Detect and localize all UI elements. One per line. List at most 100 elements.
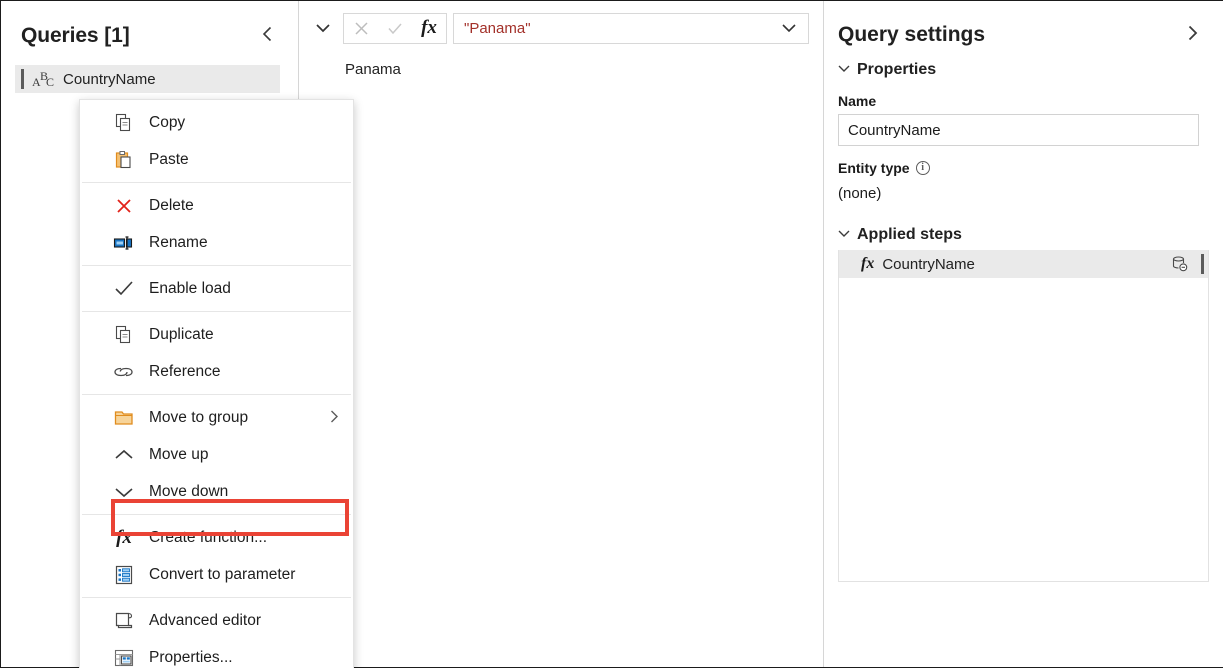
preview-pane: fx Panama bbox=[299, 1, 823, 667]
menu-separator bbox=[82, 514, 351, 515]
query-name-input[interactable] bbox=[838, 114, 1199, 146]
copy-glyph bbox=[115, 113, 131, 131]
rename-icon bbox=[113, 232, 135, 254]
duplicate-icon bbox=[113, 324, 135, 346]
delete-x-glyph bbox=[117, 198, 131, 213]
selection-indicator bbox=[21, 69, 24, 89]
entity-type-field-label: Entity type i bbox=[824, 146, 1223, 181]
rename-glyph bbox=[113, 235, 133, 250]
power-query-editor-window: Queries [1] ABC CountryName fx "Panama" … bbox=[0, 0, 1223, 668]
properties-section-header[interactable]: Properties bbox=[824, 49, 1223, 79]
entity-type-value: (none) bbox=[838, 185, 882, 202]
properties-section-label: Properties bbox=[857, 61, 937, 78]
abc-text-type-icon: ABC bbox=[32, 69, 55, 89]
context-menu-item-label: Duplicate bbox=[149, 325, 214, 343]
applied-steps-list: fx CountryName bbox=[838, 250, 1209, 582]
delete-x-icon bbox=[113, 195, 135, 217]
menu-separator bbox=[82, 182, 351, 183]
context-menu-item-label: Convert to parameter bbox=[149, 565, 296, 583]
context-menu-item-label: Paste bbox=[149, 150, 189, 168]
menu-separator bbox=[82, 597, 351, 598]
context-menu-item-enable-load[interactable]: Enable load bbox=[80, 270, 353, 307]
chevron-right-glyph bbox=[1188, 25, 1198, 41]
context-menu-item-move-to-group[interactable]: Move to group bbox=[80, 399, 353, 436]
commit-check-glyph bbox=[388, 23, 402, 34]
chevron-left-glyph bbox=[262, 26, 272, 42]
context-menu-item-label: Move down bbox=[149, 482, 229, 500]
context-menu-item-duplicate[interactable]: Duplicate bbox=[80, 316, 353, 353]
context-menu-item-properties[interactable]: Properties... bbox=[80, 639, 353, 668]
chevron-right-glyph bbox=[331, 410, 338, 422]
entity-type-label-text: Entity type bbox=[838, 160, 910, 176]
chevron-down-icon[interactable] bbox=[778, 22, 800, 34]
chevron-right-icon[interactable] bbox=[1180, 20, 1205, 49]
fx-icon: fx bbox=[861, 255, 875, 272]
sidebar-item-countryname[interactable]: ABC CountryName bbox=[15, 65, 280, 93]
query-settings-pane: Query settings Properties Name Entity ty… bbox=[824, 1, 1223, 667]
context-menu-item-advanced-editor[interactable]: Advanced editor bbox=[80, 602, 353, 639]
chevron-up-glyph bbox=[115, 449, 133, 459]
context-menu-item-label: Enable load bbox=[149, 279, 231, 297]
context-menu-item-label: Advanced editor bbox=[149, 611, 262, 629]
fx-icon[interactable]: fx bbox=[412, 14, 446, 43]
reference-link-icon bbox=[113, 361, 135, 383]
cancel-x-icon[interactable] bbox=[344, 14, 378, 43]
formula-input-wrapper bbox=[453, 12, 809, 44]
checkmark-glyph bbox=[115, 280, 133, 295]
properties-table-glyph bbox=[114, 649, 134, 666]
context-menu-item-convert-to-parameter[interactable]: Convert to parameter bbox=[80, 556, 353, 593]
formula-bar: fx bbox=[299, 1, 823, 45]
data-source-settings-glyph bbox=[1172, 256, 1188, 272]
info-icon[interactable]: i bbox=[915, 161, 930, 175]
folder-icon bbox=[113, 407, 135, 429]
fx-icon: fx bbox=[116, 526, 132, 548]
duplicate-glyph bbox=[115, 325, 131, 343]
chevron-down-glyph bbox=[115, 487, 133, 497]
menu-separator bbox=[82, 265, 351, 266]
chevron-left-icon[interactable] bbox=[255, 21, 280, 50]
name-label-text: Name bbox=[838, 93, 877, 109]
formula-input[interactable] bbox=[464, 19, 778, 37]
context-menu-item-create-function[interactable]: fx Create function... bbox=[80, 519, 353, 556]
cancel-x-glyph bbox=[354, 21, 368, 35]
chevron-down-glyph bbox=[838, 65, 850, 72]
context-menu-item-label: Properties... bbox=[149, 648, 233, 666]
applied-steps-section-header[interactable]: Applied steps bbox=[824, 202, 1223, 244]
context-menu-item-label: Reference bbox=[149, 362, 221, 380]
advanced-editor-scroll-icon bbox=[113, 610, 135, 632]
checkmark-icon bbox=[113, 278, 135, 300]
context-menu-item-move-down[interactable]: Move down bbox=[80, 473, 353, 510]
context-menu-item-move-up[interactable]: Move up bbox=[80, 436, 353, 473]
folder-glyph bbox=[114, 410, 133, 425]
applied-steps-section-label: Applied steps bbox=[857, 226, 962, 243]
convert-to-parameter-glyph bbox=[115, 565, 133, 584]
preview-scalar-value: Panama bbox=[345, 61, 401, 78]
chevron-right-icon bbox=[329, 409, 339, 427]
chevron-down-icon[interactable] bbox=[309, 14, 337, 42]
applied-step-row[interactable]: fx CountryName bbox=[839, 250, 1208, 278]
context-menu-item-reference[interactable]: Reference bbox=[80, 353, 353, 390]
context-menu-item-label: Move up bbox=[149, 445, 209, 463]
commit-check-icon[interactable] bbox=[378, 14, 412, 43]
context-menu-item-paste[interactable]: Paste bbox=[80, 141, 353, 178]
reference-link-glyph bbox=[114, 367, 133, 376]
advanced-editor-scroll-glyph bbox=[115, 612, 133, 628]
context-menu-item-delete[interactable]: Delete bbox=[80, 187, 353, 224]
context-menu-item-label: Create function... bbox=[149, 528, 268, 546]
convert-to-parameter-icon bbox=[113, 564, 135, 586]
chevron-down-glyph bbox=[838, 230, 850, 237]
chevron-up-icon bbox=[113, 444, 135, 466]
context-menu-item-label: Delete bbox=[149, 196, 194, 214]
menu-separator bbox=[82, 394, 351, 395]
chevron-down-glyph bbox=[316, 24, 330, 33]
formula-bar-buttons: fx bbox=[343, 12, 447, 44]
queries-pane-header: Queries [1] bbox=[1, 1, 298, 50]
chevron-down-icon bbox=[838, 229, 850, 241]
copy-icon bbox=[113, 112, 135, 134]
step-selection-indicator bbox=[1201, 254, 1204, 274]
data-source-settings-icon[interactable] bbox=[1171, 255, 1189, 273]
context-menu-item-rename[interactable]: Rename bbox=[80, 224, 353, 261]
context-menu-item-copy[interactable]: Copy bbox=[80, 104, 353, 141]
context-menu-item-label: Copy bbox=[149, 113, 186, 131]
properties-table-icon bbox=[113, 647, 135, 668]
